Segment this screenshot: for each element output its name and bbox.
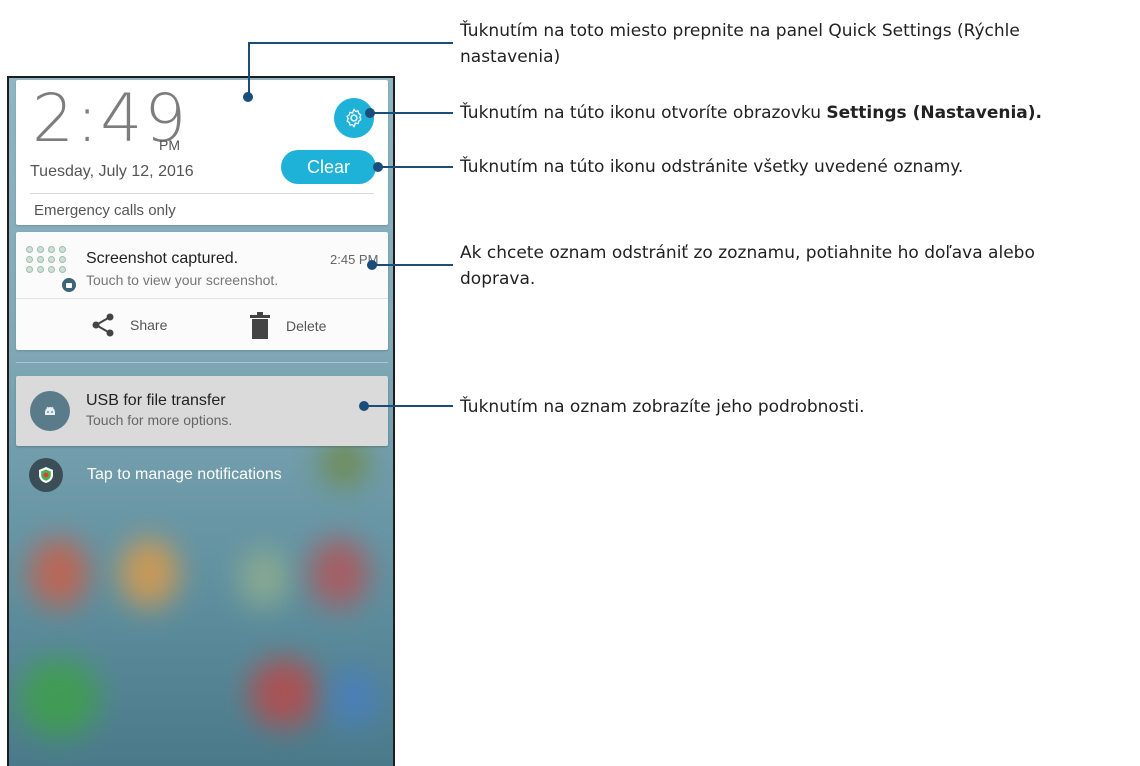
divider — [16, 362, 388, 363]
gear-icon — [346, 108, 362, 128]
wallpaper-blob — [329, 668, 379, 728]
leader-line — [372, 264, 453, 266]
callout-clear: Ťuknutím na túto ikonu odstránite všetky… — [460, 157, 964, 177]
wallpaper-blob — [119, 538, 179, 608]
screenshot-notification[interactable]: Screenshot captured. 2:45 PM Touch to vi… — [16, 232, 388, 350]
notification-subtitle: Touch for more options. — [86, 412, 233, 428]
callout-settings-bold: Settings (Nastavenia). — [826, 103, 1042, 123]
callout-quick-settings: Ťuknutím na toto miesto prepnite na pane… — [460, 21, 1020, 67]
wallpaper-blob — [29, 538, 89, 608]
leader-dot — [373, 162, 383, 172]
usb-notification[interactable]: USB for file transfer Touch for more opt… — [16, 376, 388, 446]
leader-line — [370, 112, 453, 114]
callout-settings-text: Ťuknutím na túto ikonu otvoríte obrazovk… — [460, 103, 827, 123]
shield-icon — [29, 458, 63, 492]
leader-dot — [365, 108, 375, 118]
divider — [30, 193, 374, 194]
leader-line — [248, 42, 453, 44]
manage-notifications-label: Tap to manage notifications — [87, 466, 282, 483]
manage-notifications-button[interactable]: Tap to manage notifications — [29, 458, 282, 492]
settings-button[interactable] — [334, 98, 374, 138]
android-icon — [30, 391, 70, 431]
notification-title: Screenshot captured. — [86, 250, 239, 267]
leader-dot — [367, 260, 377, 270]
delete-button[interactable]: Delete — [248, 312, 326, 340]
share-button[interactable]: Share — [90, 312, 167, 338]
callout-details: Ťuknutím na oznam zobrazíte jeho podrobn… — [460, 397, 865, 417]
wallpaper-blob — [249, 658, 319, 728]
notification-title: USB for file transfer — [86, 392, 226, 409]
divider — [16, 298, 388, 299]
clock-date: Tuesday, July 12, 2016 — [30, 163, 194, 180]
leader-line — [248, 42, 250, 97]
clock-ampm: PM — [159, 137, 180, 153]
leader-line — [364, 405, 453, 407]
quick-settings-header[interactable]: 2:49 PM Tuesday, July 12, 2016 Clear Eme… — [16, 80, 388, 225]
notification-panel-screen: 2:49 PM Tuesday, July 12, 2016 Clear Eme… — [7, 76, 395, 766]
wallpaper-blob — [309, 538, 369, 608]
share-label: Share — [130, 317, 168, 333]
clear-button[interactable]: Clear — [281, 150, 376, 184]
callout-swipe: Ak chcete oznam odstrániť zo zoznamu, po… — [460, 243, 1035, 289]
notification-subtitle: Touch to view your screenshot. — [86, 272, 279, 288]
leader-dot — [359, 401, 369, 411]
delete-label: Delete — [286, 318, 327, 334]
wallpaper-blob — [239, 548, 289, 608]
leader-line — [378, 166, 453, 168]
share-icon — [92, 313, 114, 337]
trash-icon — [250, 312, 270, 339]
leader-dot — [243, 92, 253, 102]
emergency-status: Emergency calls only — [34, 202, 176, 219]
callout-settings: Ťuknutím na túto ikonu otvoríte obrazovk… — [460, 100, 1140, 126]
wallpaper-blob — [19, 658, 99, 738]
gallery-badge-icon — [60, 276, 78, 294]
